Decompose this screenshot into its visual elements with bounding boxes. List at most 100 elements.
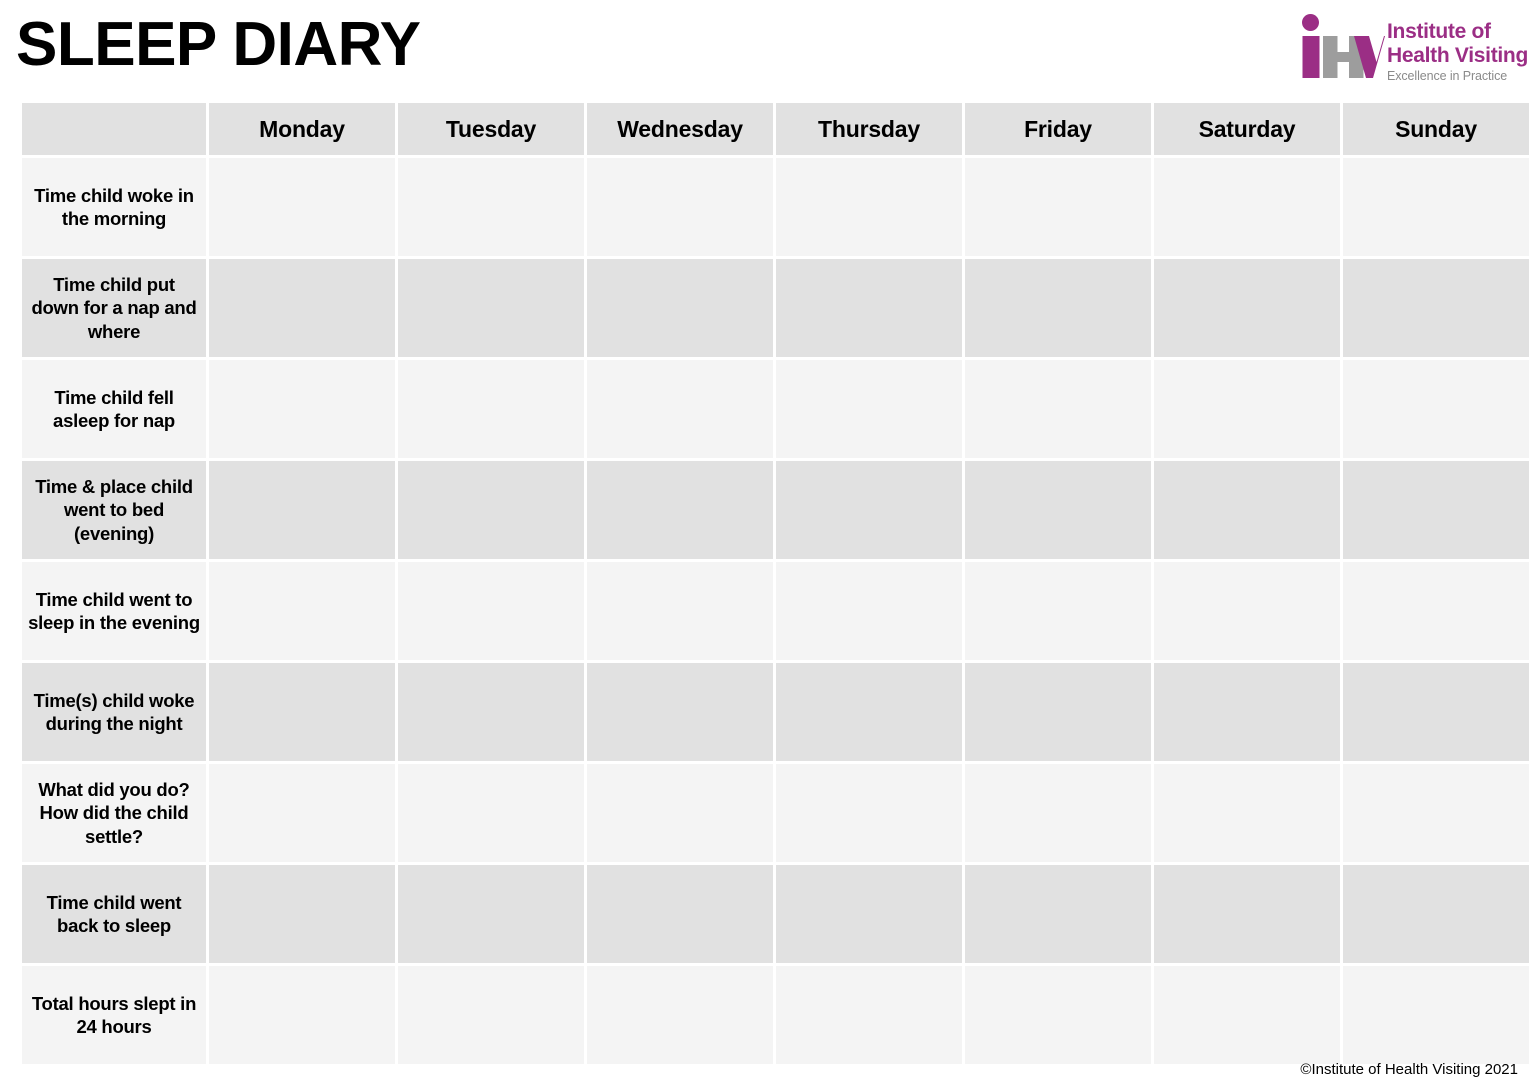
entry-cell[interactable]	[965, 966, 1151, 1064]
entry-cell[interactable]	[776, 562, 962, 660]
entry-cell[interactable]	[965, 764, 1151, 862]
entry-cell[interactable]	[209, 259, 395, 357]
entry-cell[interactable]	[1343, 360, 1529, 458]
column-header-wednesday: Wednesday	[587, 103, 773, 155]
entry-cell[interactable]	[1343, 158, 1529, 256]
ihv-logo-mark-icon	[1297, 14, 1386, 86]
table-row: Total hours slept in 24 hours	[22, 966, 1529, 1064]
row-label-what-did-you-do: What did you do? How did the child settl…	[22, 764, 206, 862]
entry-cell[interactable]	[398, 966, 584, 1064]
row-label-woke-during-night: Time(s) child woke during the night	[22, 663, 206, 761]
table-row: What did you do? How did the child settl…	[22, 764, 1529, 862]
entry-cell[interactable]	[209, 966, 395, 1064]
entry-cell[interactable]	[209, 865, 395, 963]
ihv-logo-text: Institute of Health Visiting Excellence …	[1387, 14, 1528, 86]
entry-cell[interactable]	[776, 360, 962, 458]
row-label-went-to-bed-evening: Time & place child went to bed (evening)	[22, 461, 206, 559]
sleep-diary-table: Monday Tuesday Wednesday Thursday Friday…	[19, 100, 1532, 1067]
table-row: Time child put down for a nap and where	[22, 259, 1529, 357]
row-label-fell-asleep-nap: Time child fell asleep for nap	[22, 360, 206, 458]
copyright-footer: ©Institute of Health Visiting 2021	[1300, 1061, 1518, 1078]
entry-cell[interactable]	[587, 259, 773, 357]
entry-cell[interactable]	[1154, 562, 1340, 660]
entry-cell[interactable]	[587, 562, 773, 660]
row-label-put-down-nap: Time child put down for a nap and where	[22, 259, 206, 357]
entry-cell[interactable]	[587, 360, 773, 458]
logo-line-1: Institute of	[1387, 20, 1491, 43]
entry-cell[interactable]	[1343, 259, 1529, 357]
entry-cell[interactable]	[1154, 259, 1340, 357]
entry-cell[interactable]	[209, 562, 395, 660]
entry-cell[interactable]	[776, 158, 962, 256]
entry-cell[interactable]	[398, 764, 584, 862]
logo-line-2: Health Visiting	[1387, 43, 1528, 67]
entry-cell[interactable]	[398, 865, 584, 963]
entry-cell[interactable]	[1154, 360, 1340, 458]
entry-cell[interactable]	[209, 461, 395, 559]
table-row: Time child woke in the morning	[22, 158, 1529, 256]
entry-cell[interactable]	[1154, 865, 1340, 963]
entry-cell[interactable]	[587, 158, 773, 256]
page-title: SLEEP DIARY	[16, 10, 421, 79]
column-header-tuesday: Tuesday	[398, 103, 584, 155]
table-row: Time(s) child woke during the night	[22, 663, 1529, 761]
entry-cell[interactable]	[776, 865, 962, 963]
column-header-saturday: Saturday	[1154, 103, 1340, 155]
column-header-thursday: Thursday	[776, 103, 962, 155]
column-header-sunday: Sunday	[1343, 103, 1529, 155]
table-row: Time child fell asleep for nap	[22, 360, 1529, 458]
entry-cell[interactable]	[398, 461, 584, 559]
entry-cell[interactable]	[209, 764, 395, 862]
entry-cell[interactable]	[209, 158, 395, 256]
column-header-monday: Monday	[209, 103, 395, 155]
table-header-row: Monday Tuesday Wednesday Thursday Friday…	[22, 103, 1529, 155]
entry-cell[interactable]	[965, 461, 1151, 559]
entry-cell[interactable]	[965, 663, 1151, 761]
row-label-woke-morning: Time child woke in the morning	[22, 158, 206, 256]
table-row: Time child went back to sleep	[22, 865, 1529, 963]
entry-cell[interactable]	[776, 259, 962, 357]
entry-cell[interactable]	[965, 865, 1151, 963]
ihv-logo: Institute of Health Visiting Excellence …	[1297, 14, 1528, 90]
entry-cell[interactable]	[398, 562, 584, 660]
entry-cell[interactable]	[1154, 158, 1340, 256]
entry-cell[interactable]	[398, 158, 584, 256]
entry-cell[interactable]	[776, 461, 962, 559]
entry-cell[interactable]	[1343, 865, 1529, 963]
entry-cell[interactable]	[398, 663, 584, 761]
entry-cell[interactable]	[776, 966, 962, 1064]
entry-cell[interactable]	[1154, 966, 1340, 1064]
entry-cell[interactable]	[965, 562, 1151, 660]
entry-cell[interactable]	[1154, 461, 1340, 559]
entry-cell[interactable]	[1343, 562, 1529, 660]
entry-cell[interactable]	[965, 360, 1151, 458]
entry-cell[interactable]	[1343, 663, 1529, 761]
row-label-went-to-sleep-evening: Time child went to sleep in the evening	[22, 562, 206, 660]
entry-cell[interactable]	[1343, 966, 1529, 1064]
sleep-diary-page: SLEEP DIARY Institute of Health Visiting…	[0, 0, 1536, 1086]
entry-cell[interactable]	[965, 259, 1151, 357]
entry-cell[interactable]	[1343, 764, 1529, 862]
entry-cell[interactable]	[1343, 461, 1529, 559]
column-header-friday: Friday	[965, 103, 1151, 155]
entry-cell[interactable]	[1154, 764, 1340, 862]
header-corner-cell	[22, 103, 206, 155]
entry-cell[interactable]	[587, 865, 773, 963]
table-row: Time & place child went to bed (evening)	[22, 461, 1529, 559]
logo-tagline: Excellence in Practice	[1387, 69, 1508, 84]
entry-cell[interactable]	[209, 663, 395, 761]
entry-cell[interactable]	[776, 764, 962, 862]
entry-cell[interactable]	[209, 360, 395, 458]
row-label-went-back-to-sleep: Time child went back to sleep	[22, 865, 206, 963]
entry-cell[interactable]	[587, 966, 773, 1064]
entry-cell[interactable]	[1154, 663, 1340, 761]
entry-cell[interactable]	[776, 663, 962, 761]
entry-cell[interactable]	[587, 663, 773, 761]
entry-cell[interactable]	[587, 461, 773, 559]
entry-cell[interactable]	[398, 360, 584, 458]
table-row: Time child went to sleep in the evening	[22, 562, 1529, 660]
entry-cell[interactable]	[965, 158, 1151, 256]
entry-cell[interactable]	[587, 764, 773, 862]
row-label-total-hours-slept: Total hours slept in 24 hours	[22, 966, 206, 1064]
entry-cell[interactable]	[398, 259, 584, 357]
